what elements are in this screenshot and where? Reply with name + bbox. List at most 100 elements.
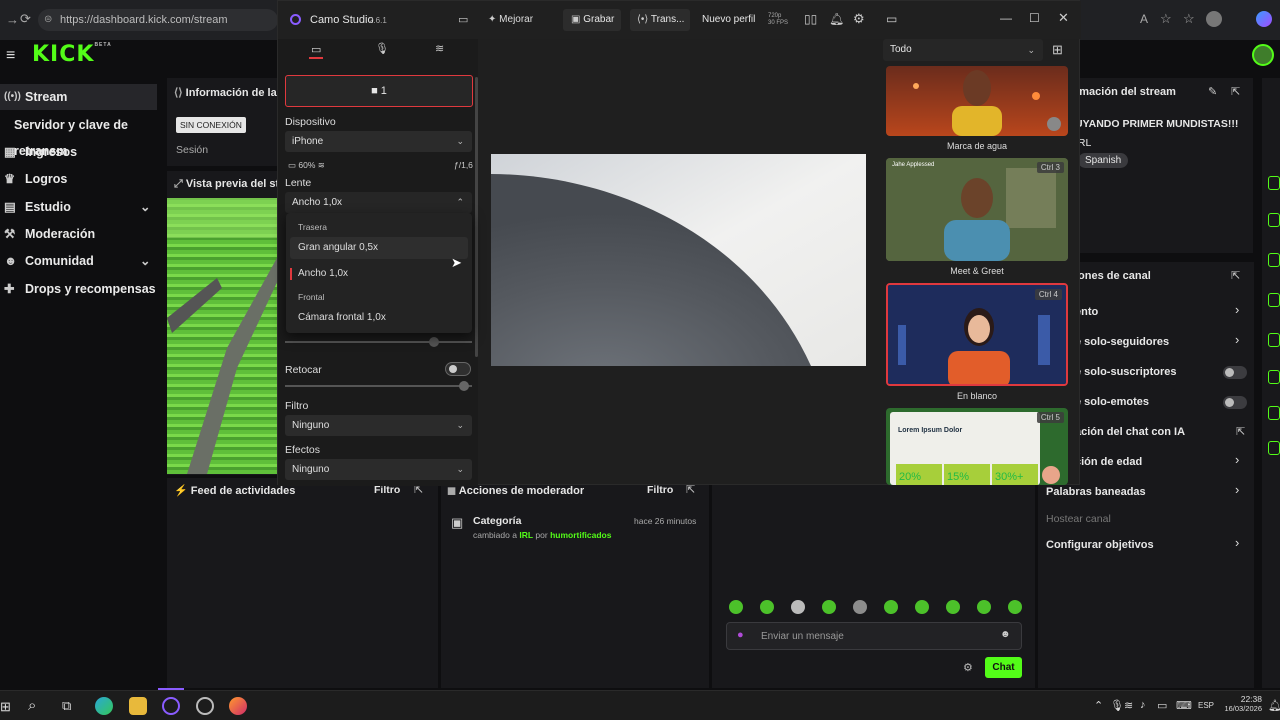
popout-icon[interactable]: ⇱ [1231, 269, 1240, 282]
favorite-icon[interactable]: ☆ [1160, 11, 1172, 27]
minimize-icon[interactable]: — [1000, 11, 1012, 25]
site-info-icon[interactable]: ⊜ [44, 9, 52, 31]
firefox-icon[interactable] [229, 697, 247, 715]
language-indicator[interactable]: ESP [1198, 701, 1214, 710]
battery-tray-icon[interactable]: ▭ [1157, 699, 1167, 712]
quick-action-button[interactable] [1268, 333, 1280, 347]
emote-10[interactable] [1008, 600, 1022, 614]
sidebar-item-achievements[interactable]: ♛ Logros [0, 166, 160, 192]
chevron-right-icon[interactable]: › [1235, 535, 1239, 550]
forward-icon[interactable]: → [6, 12, 19, 27]
microphone-tab-icon[interactable]: 🎙︎ [375, 42, 389, 55]
microphone-icon[interactable]: ● [737, 629, 744, 641]
bell-icon[interactable]: 🔔︎ [829, 12, 844, 26]
clock[interactable]: 22:38 16/03/2026 [1222, 694, 1262, 713]
retouch-slider[interactable] [285, 385, 472, 387]
chat-input[interactable]: ● Enviar un mensaje ☻ [726, 622, 1022, 650]
emote-4[interactable] [822, 600, 836, 614]
emotes-only-toggle[interactable] [1223, 396, 1247, 409]
close-icon[interactable]: ✕ [1058, 10, 1069, 26]
sidebar-toggle-icon[interactable]: ▭ [458, 13, 468, 26]
layout-icon[interactable]: ▯▯ [804, 12, 817, 26]
read-aloud-icon[interactable]: A [1140, 12, 1148, 26]
volume-tray-icon[interactable]: ♪ [1140, 699, 1146, 711]
quick-action-button[interactable] [1268, 441, 1280, 455]
source-button[interactable]: ■ 1 [285, 75, 473, 107]
filter-select[interactable]: Ninguno ⌄ [285, 415, 472, 436]
emoji-icon[interactable]: ☻ [1000, 629, 1011, 640]
user-avatar[interactable] [1252, 44, 1274, 66]
slider-handle[interactable] [429, 337, 439, 347]
quick-action-button[interactable] [1268, 406, 1280, 420]
device-select[interactable]: iPhone ⌄ [285, 131, 472, 152]
file-explorer-icon[interactable] [129, 697, 147, 715]
chevron-right-icon[interactable]: › [1235, 302, 1239, 317]
lens-select[interactable]: Ancho 1,0x ⌃ [285, 192, 472, 213]
sidebar-item-drops[interactable]: ✚ Drops y recompensas [0, 276, 160, 302]
sidebar-item-stream[interactable]: ((•)) Stream [0, 84, 160, 110]
grid-view-icon[interactable]: ⊞ [1052, 42, 1063, 58]
keyboard-tray-icon[interactable]: ⌨ [1176, 699, 1192, 712]
edge-icon[interactable] [95, 697, 113, 715]
transmitir-button[interactable]: ⟨•⟩ Trans... [630, 9, 690, 31]
channel-option-item[interactable]: ción de edad [1075, 456, 1142, 468]
quick-action-button[interactable] [1268, 253, 1280, 267]
notifications-icon[interactable]: 🔔︎ [1268, 699, 1280, 712]
mic-tray-icon[interactable]: 🎙︎ [1110, 699, 1124, 712]
reload-icon[interactable]: ⟳ [20, 11, 31, 27]
task-view-icon[interactable]: ⧉ [62, 698, 71, 714]
camo-taskbar-icon[interactable] [162, 697, 180, 715]
emote-2[interactable] [760, 600, 774, 614]
scene-meet-greet[interactable]: Jahe Applessed Ctrl 3 [886, 158, 1068, 261]
quick-action-button[interactable] [1268, 370, 1280, 384]
sidebar-item-studio[interactable]: ▤ Estudio ⌄ [0, 194, 160, 220]
banned-words-item[interactable]: Palabras baneadas [1046, 486, 1146, 498]
panel-toggle-icon[interactable]: ▭ [886, 12, 897, 26]
retouch-toggle[interactable] [445, 362, 471, 376]
chevron-right-icon[interactable]: › [1235, 332, 1239, 347]
lens-option-front[interactable]: Cámara frontal 1,0x [290, 307, 468, 329]
emote-3[interactable] [791, 600, 805, 614]
scene-lorem[interactable]: Lorem Ipsum Dolor 20% 15% 30%+ Ctrl 5 [886, 408, 1068, 485]
lens-zoom-slider[interactable] [285, 341, 472, 343]
emote-7[interactable] [915, 600, 929, 614]
chevron-right-icon[interactable]: › [1235, 452, 1239, 467]
tray-chevron-icon[interactable]: ⌃ [1094, 699, 1103, 712]
sidebar-item-community[interactable]: ☻ Comunidad ⌄ [0, 248, 160, 274]
chat-send-button[interactable]: Chat [985, 657, 1022, 678]
mejorar-button[interactable]: ✦ Mejorar [488, 14, 533, 25]
camera-tab-icon[interactable]: ▭ [311, 43, 321, 56]
gear-icon[interactable]: ⚙ [853, 11, 865, 27]
chevron-right-icon[interactable]: › [1235, 482, 1239, 497]
slider-handle[interactable] [459, 381, 469, 391]
scene-filter-select[interactable]: Todo ⌄ [883, 39, 1043, 61]
emote-8[interactable] [946, 600, 960, 614]
kick-logo[interactable]: KICKBETA [32, 42, 112, 67]
chat-settings-icon[interactable]: ⚙ [963, 661, 973, 674]
quick-action-button[interactable] [1268, 213, 1280, 227]
sidebar-item-income[interactable]: ▦ Ingresos [0, 139, 160, 165]
channel-option-item[interactable]: e solo-seguidores [1075, 336, 1169, 348]
obs-icon[interactable] [196, 697, 214, 715]
scene-watermark[interactable] [886, 66, 1068, 136]
effects-select[interactable]: Ninguno ⌄ [285, 459, 472, 480]
quick-action-button[interactable] [1268, 176, 1280, 190]
start-icon[interactable]: ⊞ [0, 699, 11, 715]
emote-5[interactable] [853, 600, 867, 614]
profile-avatar[interactable] [1206, 11, 1222, 27]
copilot-icon[interactable] [1256, 11, 1272, 27]
edit-icon[interactable]: ✎ [1208, 85, 1217, 98]
sidebar-item-moderation[interactable]: ⚒ Moderación [0, 221, 160, 247]
goals-item[interactable]: Configurar objetivos [1046, 539, 1154, 551]
sidebar-item-server-key[interactable]: Servidor y clave de retransm [0, 112, 160, 158]
grabar-button[interactable]: ▣ Grabar [563, 9, 621, 31]
favorites-bar-icon[interactable]: ☆ [1183, 11, 1195, 27]
wifi-tray-icon[interactable]: ≋ [1124, 699, 1133, 712]
layers-tab-icon[interactable]: ≋ [435, 42, 444, 55]
profile-selector[interactable]: Nuevo perfil [702, 14, 755, 25]
quick-action-button[interactable] [1268, 293, 1280, 307]
maximize-icon[interactable]: ☐ [1029, 11, 1040, 25]
mod-filter-button[interactable]: Filtro [647, 484, 673, 496]
emote-1[interactable] [729, 600, 743, 614]
subscribers-only-toggle[interactable] [1223, 366, 1247, 379]
